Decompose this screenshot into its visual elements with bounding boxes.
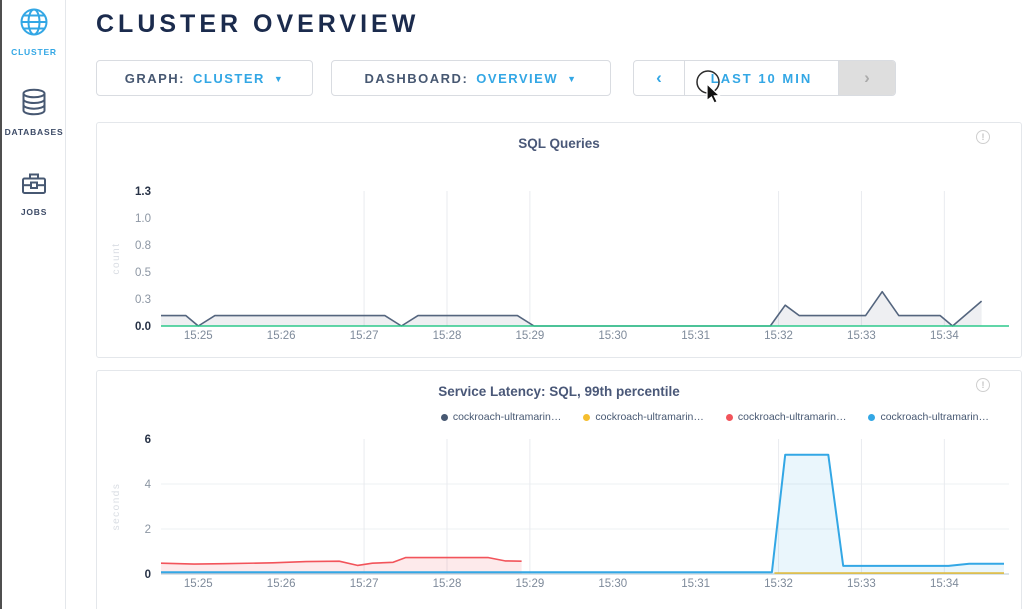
y-axis-unit-label: count — [111, 243, 122, 275]
x-tick-label: 15:25 — [184, 330, 213, 342]
x-tick-label: 15:28 — [433, 330, 462, 342]
sidebar-item-jobs[interactable]: JOBS — [2, 168, 66, 217]
y-axis-unit-label: seconds — [111, 483, 122, 531]
chevron-down-icon: ▼ — [567, 72, 577, 84]
databases-icon — [18, 105, 50, 122]
time-window-next-button[interactable]: › — [839, 61, 895, 95]
x-tick-label: 15:27 — [350, 578, 379, 590]
x-tick-label: 15:28 — [433, 578, 462, 590]
y-tick-label: 0.0 — [135, 321, 151, 333]
chevron-down-icon: ▼ — [274, 72, 284, 84]
y-tick-label: 6 — [145, 434, 151, 446]
x-tick-label: 15:25 — [184, 578, 213, 590]
y-tick-label: 1.3 — [135, 186, 151, 198]
x-tick-label: 15:34 — [930, 578, 959, 590]
dashboard-dropdown[interactable]: DASHBOARD: OVERVIEW ▼ — [331, 60, 611, 96]
sidebar-item-databases[interactable]: DATABASES — [2, 86, 66, 137]
x-tick-label: 15:29 — [515, 578, 544, 590]
y-tick-label: 0.3 — [135, 294, 151, 306]
x-tick-label: 15:33 — [847, 330, 876, 342]
sidebar-item-label: CLUSTER — [2, 47, 66, 57]
sidebar: CLUSTER DATABASES — [2, 0, 66, 609]
time-window-prev-button[interactable]: ‹ — [634, 61, 684, 95]
series-line-node-4 — [161, 455, 1004, 572]
y-tick-label: 2 — [145, 524, 151, 536]
y-tick-label: 0.8 — [135, 240, 151, 252]
x-tick-label: 15:30 — [598, 578, 627, 590]
y-tick-label: 1.0 — [135, 213, 151, 225]
cluster-overview-page: CLUSTER DATABASES — [0, 0, 1032, 609]
x-tick-label: 15:26 — [267, 578, 296, 590]
page-title: CLUSTER OVERVIEW — [96, 10, 419, 39]
y-tick-label: 0.5 — [135, 267, 151, 279]
x-tick-label: 15:26 — [267, 330, 296, 342]
sidebar-item-label: DATABASES — [2, 127, 66, 137]
series-area-node-4 — [161, 455, 1004, 574]
x-tick-label: 15:29 — [515, 330, 544, 342]
graph-dropdown[interactable]: GRAPH: CLUSTER ▼ — [96, 60, 313, 96]
x-tick-label: 15:31 — [681, 578, 710, 590]
latency-chart: 15:25 15:26 15:27 15:28 15:29 15:30 15:31 15:32… — [97, 371, 1021, 609]
sidebar-item-label: JOBS — [2, 207, 66, 217]
x-tick-label: 15:31 — [681, 330, 710, 342]
jobs-icon — [18, 185, 50, 202]
x-tick-label: 15:27 — [350, 330, 379, 342]
service-latency-panel: Service Latency: SQL, 99th percentile ! … — [96, 370, 1022, 609]
graph-dropdown-value: CLUSTER — [193, 71, 265, 86]
sql-queries-chart: 15:25 15:26 15:27 15:28 15:29 15:30 15:31 15:32… — [97, 123, 1021, 357]
y-tick-label: 0 — [145, 569, 151, 581]
graph-dropdown-label: GRAPH: — [125, 71, 185, 86]
x-tick-label: 15:30 — [598, 330, 627, 342]
dashboard-dropdown-label: DASHBOARD: — [364, 71, 468, 86]
time-window-range-button[interactable]: LAST 10 MIN — [684, 61, 839, 95]
time-window-selector: ‹ LAST 10 MIN › — [633, 60, 896, 96]
y-tick-label: 4 — [145, 479, 152, 491]
dashboard-dropdown-value: OVERVIEW — [476, 71, 558, 86]
sql-queries-panel: SQL Queries ! 15:2515:2615:2715:2815:291… — [96, 122, 1022, 358]
series-area-sql-queries — [161, 292, 982, 326]
sidebar-item-cluster[interactable]: CLUSTER — [2, 6, 66, 57]
x-tick-label: 15:32 — [764, 578, 793, 590]
globe-icon — [18, 25, 50, 42]
x-tick-label: 15:32 — [764, 330, 793, 342]
x-tick-label: 15:34 — [930, 330, 959, 342]
x-tick-label: 15:33 — [847, 578, 876, 590]
